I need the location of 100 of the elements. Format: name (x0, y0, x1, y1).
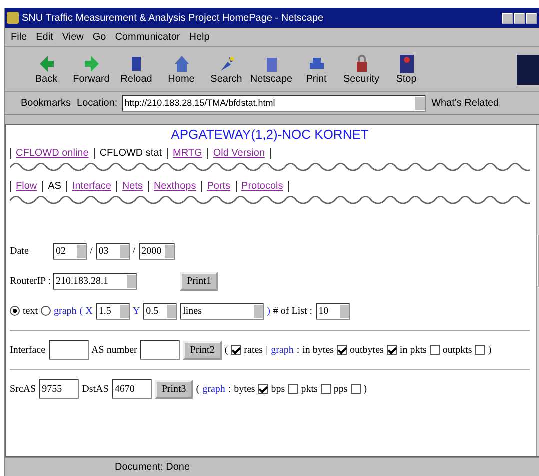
location-label: Location: (77, 98, 118, 108)
checkbox[interactable] (475, 345, 486, 355)
date-select[interactable]: 02 (53, 242, 87, 260)
y-label: Y (132, 306, 140, 316)
x-label: ( X (80, 306, 93, 316)
graph-link[interactable]: graph (202, 384, 226, 394)
style-select[interactable]: lines (180, 302, 264, 320)
checkbox[interactable] (386, 345, 397, 355)
toolbar-button[interactable]: Home (160, 54, 203, 84)
menu-item[interactable]: Help (189, 32, 210, 42)
minimize-button[interactable] (502, 12, 513, 24)
window-title: SNU Traffic Measurement & Analysis Project HomePage - Netscape (22, 12, 325, 24)
checkbox[interactable] (231, 345, 242, 355)
nav-current: CFLOWD stat (100, 148, 162, 159)
checkbox[interactable] (430, 345, 440, 355)
menu-item[interactable]: Go (92, 32, 106, 42)
checkbox[interactable] (350, 384, 361, 394)
as-number-label: AS number (92, 344, 138, 356)
home-icon (172, 54, 190, 74)
menu-item[interactable]: View (62, 32, 84, 42)
radio-button[interactable] (41, 306, 51, 316)
interface-label: Interface (10, 344, 46, 356)
x-select[interactable]: 1.5 (96, 302, 130, 320)
colon: : (296, 344, 300, 356)
toolbar-button[interactable]: Print (295, 54, 338, 84)
nav-link[interactable]: MRTG (173, 148, 202, 159)
checkbox-label: bytes (234, 384, 256, 394)
paren: ( (224, 344, 228, 356)
paren: ) (267, 306, 270, 316)
list-select[interactable]: 10 (316, 302, 350, 320)
toolbar-button[interactable]: Netscape (250, 54, 293, 84)
checkbox-label: pkts (301, 384, 318, 394)
toolbar-button[interactable]: Stop (385, 54, 428, 84)
paren: ) (364, 384, 368, 394)
date-label: Date (10, 246, 30, 256)
toolbar-button[interactable]: Security (340, 54, 383, 84)
stop-icon (398, 54, 416, 74)
graph-link[interactable]: graph (271, 344, 294, 356)
nav-link[interactable]: CFLOWD online (16, 148, 89, 159)
print-button[interactable]: Print3 (154, 380, 194, 398)
checkbox[interactable] (320, 384, 331, 394)
paren: ( (196, 384, 200, 394)
checkbox[interactable] (288, 384, 298, 394)
radio-label: text (23, 306, 38, 316)
menu-item[interactable]: Edit (36, 32, 54, 42)
date-separator: / (90, 246, 93, 256)
status-text: Document: Done (115, 462, 190, 472)
checkbox-label: bps (271, 384, 286, 394)
nav-link[interactable]: Protocols (242, 181, 284, 192)
graph-link[interactable]: graph (54, 306, 77, 316)
browser-logo (517, 55, 539, 85)
interface-field[interactable] (48, 340, 89, 360)
radio-button[interactable] (10, 306, 20, 316)
separator: | (266, 344, 268, 356)
checkbox-label: outpkts (442, 344, 472, 356)
checkbox-label: outbytes (350, 344, 384, 356)
dst-as-label: DstAS (82, 384, 109, 394)
forward-arrow-icon (82, 54, 100, 74)
dst-as-field[interactable]: 4670 (112, 379, 152, 399)
checkbox-label: in pkts (400, 344, 427, 356)
nav-link[interactable]: Ports (207, 181, 231, 192)
bookmarks-button[interactable]: Bookmarks (19, 98, 74, 108)
as-number-field[interactable] (140, 340, 180, 360)
checkbox-label: in bytes (302, 344, 334, 356)
location-field[interactable]: http://210.183.28.15/TMA/bfdstat.html (122, 94, 426, 112)
maximize-button[interactable] (514, 12, 525, 24)
close-button[interactable] (526, 12, 537, 24)
colon: : (228, 384, 232, 394)
toolbar-button[interactable]: Search (205, 54, 248, 84)
print-button[interactable]: Print2 (183, 340, 222, 360)
date-select[interactable]: 2000 (138, 242, 175, 260)
router-label: RouterIP : (10, 276, 50, 286)
nav-link[interactable]: Interface (72, 181, 112, 192)
page-heading: APGATEWAY(1,2)-NOC KORNET (170, 127, 370, 142)
menu-item[interactable]: Communicator (115, 32, 180, 42)
toolbar-button[interactable]: Reload (115, 54, 158, 84)
checkbox[interactable] (337, 345, 348, 355)
back-arrow-icon (38, 54, 56, 74)
toolbar-button[interactable]: Forward (70, 54, 113, 84)
date-select[interactable]: 03 (96, 242, 130, 260)
app-icon (7, 12, 19, 24)
scrollbar[interactable] (536, 125, 539, 456)
router-select[interactable]: 210.183.28.1 (53, 272, 137, 290)
src-as-label: SrcAS (10, 384, 36, 394)
y-select[interactable]: 0.5 (143, 302, 178, 320)
src-as-field[interactable]: 9755 (39, 379, 80, 399)
checkbox-label: pps (334, 384, 348, 394)
nav-link[interactable]: Flow (16, 181, 38, 192)
nav-link[interactable]: Old Version (213, 148, 266, 159)
date-separator: / (132, 246, 136, 256)
menu-item[interactable]: File (11, 32, 28, 42)
related-button[interactable]: What's Related (430, 98, 502, 108)
nav-current: AS (48, 181, 62, 192)
paren: ) (488, 344, 492, 356)
nav-link[interactable]: Nets (122, 181, 143, 192)
checkbox[interactable] (258, 384, 268, 394)
nav-link[interactable]: Nexthops (154, 181, 196, 192)
toolbar-button[interactable]: Back (25, 54, 68, 84)
checkbox-label: rates (244, 344, 264, 356)
print-button[interactable]: Print1 (180, 272, 218, 290)
